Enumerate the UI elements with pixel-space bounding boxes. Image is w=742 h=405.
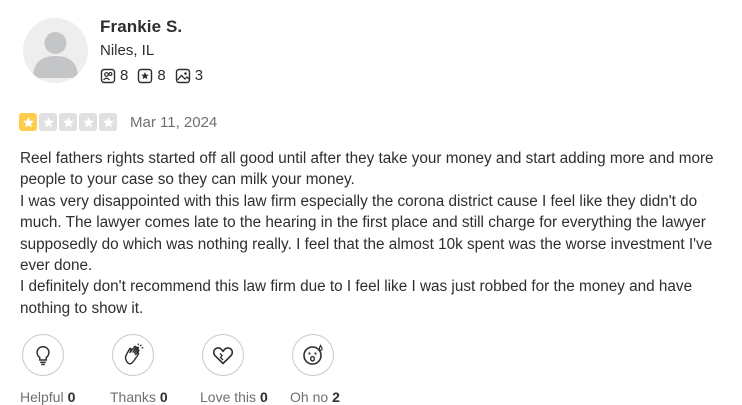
shocked-face-icon bbox=[303, 344, 323, 365]
friends-icon bbox=[100, 68, 116, 83]
star-review-icon bbox=[138, 68, 153, 83]
review-paragraph: I was very disappointed with this law fi… bbox=[20, 192, 713, 275]
lightbulb-icon bbox=[36, 346, 50, 366]
thanks-button[interactable]: Thanks 0 bbox=[110, 334, 200, 405]
helpful-button[interactable]: Helpful 0 bbox=[20, 334, 110, 405]
star-empty-icon bbox=[39, 113, 57, 131]
review-paragraph: I definitely don't recommend this law fi… bbox=[20, 278, 693, 317]
photos-count: 3 bbox=[194, 67, 204, 84]
star-empty-icon bbox=[99, 113, 117, 131]
clapping-hands-icon bbox=[124, 343, 144, 365]
reviews-count: 8 bbox=[157, 67, 166, 84]
oh-no-button[interactable]: Oh no 2 bbox=[290, 334, 380, 405]
review-date: Mar 11, 2024 bbox=[130, 113, 218, 131]
friends-count: 8 bbox=[120, 67, 129, 84]
star-empty-icon bbox=[59, 113, 77, 131]
friends-stat: 8 bbox=[100, 67, 128, 84]
review-paragraph: Reel fathers rights started off all good… bbox=[20, 150, 714, 189]
user-name[interactable]: Frankie S. bbox=[100, 17, 182, 37]
photo-icon bbox=[175, 68, 190, 83]
avatar[interactable] bbox=[23, 18, 88, 83]
photos-stat: 3 bbox=[175, 67, 203, 84]
rating-row: Mar 11, 2024 bbox=[19, 113, 217, 131]
love-this-button[interactable]: Love this 0 bbox=[200, 334, 290, 405]
reviews-stat: 8 bbox=[137, 67, 166, 84]
user-location: Niles, IL bbox=[100, 42, 155, 59]
user-stats: 8 8 3 bbox=[100, 67, 212, 84]
review-text: Reel fathers rights started off all good… bbox=[20, 148, 725, 319]
star-filled-icon bbox=[19, 113, 37, 131]
heart-icon bbox=[212, 347, 234, 365]
star-rating bbox=[19, 113, 119, 131]
star-empty-icon bbox=[79, 113, 97, 131]
reaction-bar: Helpful 0 Thanks 0 Love this 0 Oh no 2 bbox=[20, 334, 380, 405]
